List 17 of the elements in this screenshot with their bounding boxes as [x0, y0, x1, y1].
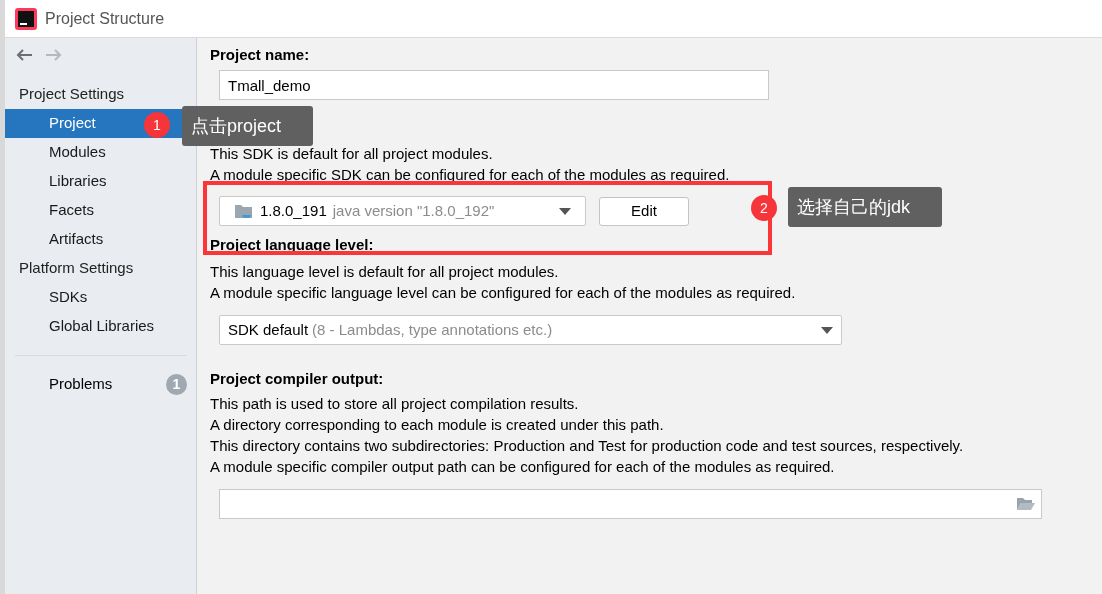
description-text: This language level is default for all project modules. — [210, 262, 560, 283]
section-label: Project compiler output: — [210, 368, 385, 389]
step-badge: 2 — [751, 195, 777, 221]
description-text: This directory contains two subdirectories: Production and Test for production code and test sources, respectively. — [210, 436, 965, 457]
description-text: A module specific language level can be configured for each of the modules as required. — [210, 283, 797, 304]
description-text: A directory corresponding to each module is created under this path. — [210, 415, 665, 436]
description-text: This SDK is default for all project modules. — [210, 144, 494, 165]
description-text: A module specific compiler output path can be configured for each of the modules as required. — [210, 457, 836, 478]
annotation-tooltip: 选择自己的jdk — [788, 187, 942, 227]
count-badge: 1 — [166, 374, 187, 395]
window-title: Project Structure — [45, 8, 165, 29]
description-text: This path is used to store all project compilation results. — [210, 394, 580, 415]
annotation-tooltip: 点击project — [182, 106, 313, 146]
section-header: Platform Settings — [18, 258, 135, 279]
section-label: Project name: — [210, 44, 311, 65]
section-header: Project Settings — [18, 84, 126, 105]
description-text: A module specific SDK can be configured for each of the modules as required. — [210, 165, 731, 186]
